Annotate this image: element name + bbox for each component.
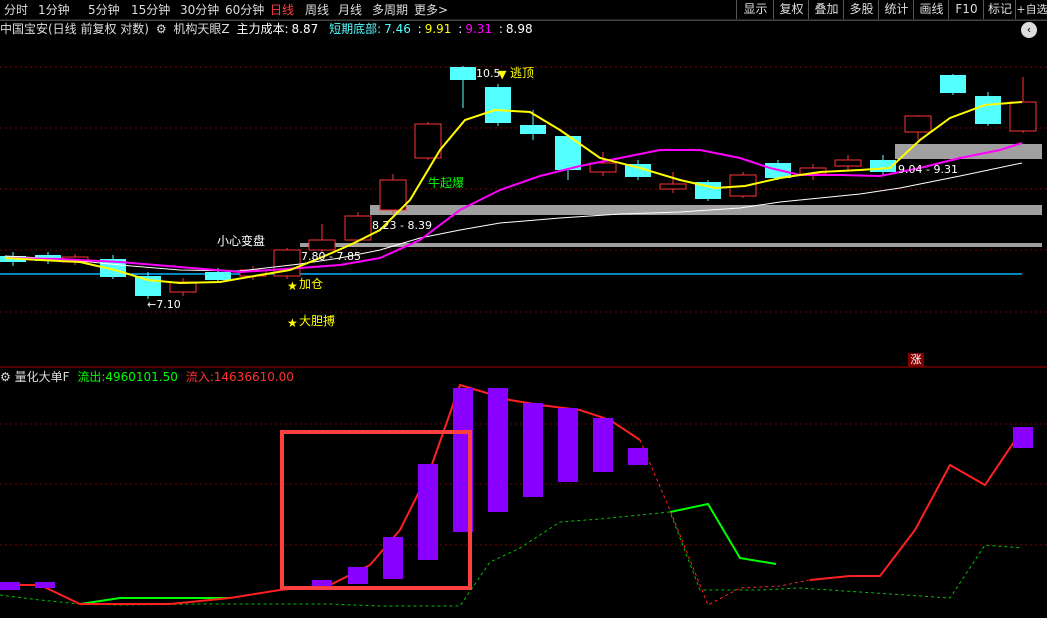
zone-range-label-2: 7.80 - 7.85 (301, 250, 361, 263)
candle-body (834, 159, 862, 167)
gear-icon[interactable]: ⚙ (0, 370, 11, 384)
volume-bar (0, 582, 20, 590)
candle-body (308, 239, 336, 251)
highlight-box (280, 430, 472, 590)
candle-body (659, 183, 687, 190)
volume-bar (312, 580, 332, 586)
red-line (0, 383, 641, 605)
rise-tag: 涨 (908, 353, 924, 367)
zone-range-label-1: 8.23 - 8.39 (372, 219, 432, 232)
star-icon: ★ (287, 316, 298, 330)
zone-range-label-3: 9.04 - 9.31 (898, 163, 958, 176)
candle-body (450, 67, 476, 80)
red-line-2 (809, 429, 1023, 581)
bold-bet-label: 大胆搏 (299, 314, 336, 328)
inflow-label: 流入: (185, 370, 214, 384)
candle-body (1009, 101, 1037, 132)
outflow-value: 4960101.50 (105, 370, 178, 384)
volume-bar (593, 418, 613, 472)
red-dashed-line (639, 439, 811, 606)
volume-bar (348, 567, 368, 584)
inflow-value: 14636610.00 (213, 370, 294, 384)
volume-bar (35, 582, 55, 588)
candle-body (904, 115, 932, 133)
volume-bar (523, 403, 543, 497)
candle-body (205, 272, 231, 280)
sub-chart-legend: ⚙ 量化大单F 流出:4960101.50 流入:14636610.00 (0, 368, 294, 386)
candle-body (589, 162, 617, 173)
star-icon: ★ (287, 279, 298, 293)
volume-bar (628, 448, 648, 465)
outflow-label: 流出: (77, 370, 106, 384)
candle-body (975, 96, 1001, 124)
peak-price-label: 10.5 (476, 67, 501, 80)
bull-burst-label: 牛起爆 (428, 176, 465, 190)
green-solid-line-2 (669, 502, 777, 565)
green-dashed-line (0, 511, 1023, 607)
candle-body (379, 179, 407, 211)
volume-bar (1013, 427, 1033, 448)
volume-bar (488, 388, 508, 512)
escape-top-label: 逃顶 (510, 66, 535, 80)
add-position-label: 加仓 (299, 277, 324, 291)
candle-body (520, 125, 546, 134)
volume-bar (418, 464, 438, 560)
volume-bar (383, 537, 403, 579)
caution-label: 小心变盘 (217, 234, 266, 248)
volume-bar (558, 408, 578, 482)
candle-body (940, 75, 966, 93)
candle-body (485, 87, 511, 123)
sub-indicator-name[interactable]: 量化大单F (15, 370, 70, 384)
ma-white-line (4, 162, 1023, 272)
low-price-label: ←7.10 (147, 298, 181, 311)
